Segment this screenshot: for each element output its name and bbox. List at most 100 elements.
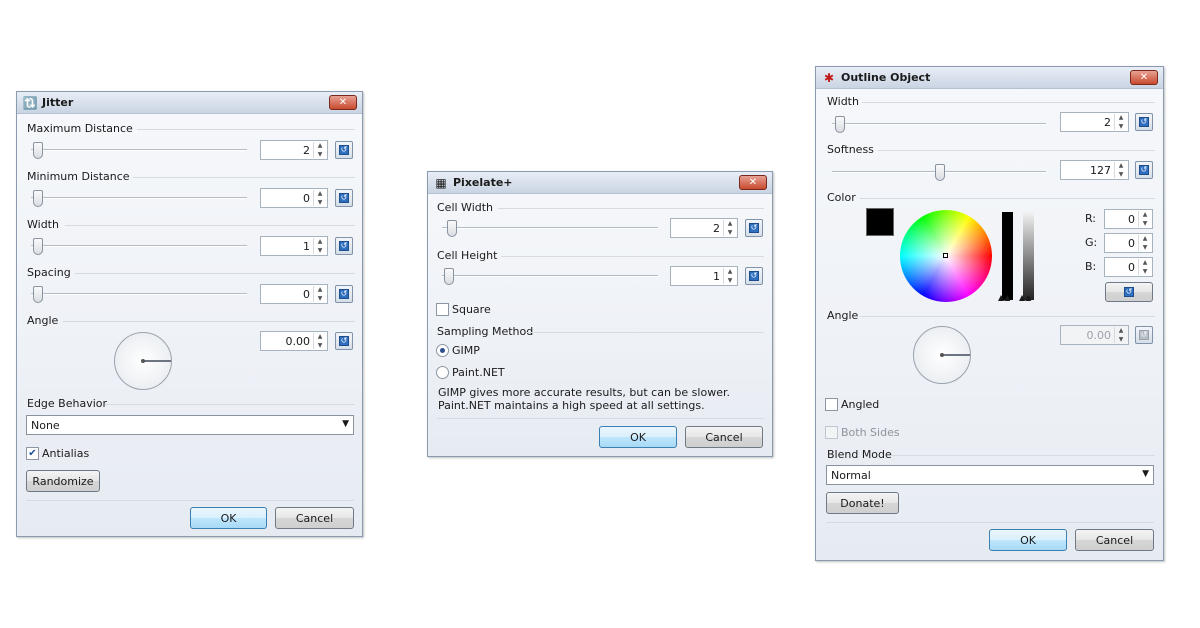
pixelate-dialog: ▦ Pixelate+ ✕ Cell Width 2 ▲ ▼ ↺ Cell Hei… xyxy=(427,171,773,457)
angle-input[interactable]: 0.00 ▲ ▼ xyxy=(260,331,328,351)
angle-reset-button[interactable]: ↺ xyxy=(335,332,353,350)
spin-arrows-icon[interactable]: ▲ ▼ xyxy=(313,190,326,206)
cancel-button[interactable]: Cancel xyxy=(1075,529,1154,551)
max-distance-slider-thumb[interactable] xyxy=(33,142,43,159)
sampling-gimp-label: GIMP xyxy=(452,344,480,357)
jitter-app-icon: 🔃 xyxy=(22,95,38,110)
spacing-label: Spacing xyxy=(27,266,71,279)
cell-width-reset-button[interactable]: ↺ xyxy=(745,219,763,237)
color-reset-button[interactable]: ↺ xyxy=(1105,282,1153,302)
close-button[interactable]: ✕ xyxy=(329,95,357,110)
value-bar-marker-icon[interactable]: ▲▲ xyxy=(998,293,1010,302)
angle-input[interactable]: 0.00 ▲ ▼ xyxy=(1060,325,1129,345)
spin-arrows-icon[interactable]: ▲ ▼ xyxy=(1114,114,1127,130)
separator xyxy=(526,332,764,333)
cancel-button[interactable]: Cancel xyxy=(275,507,354,529)
spacing-slider[interactable] xyxy=(31,293,247,295)
max-distance-label: Maximum Distance xyxy=(27,122,133,135)
alpha-bar[interactable] xyxy=(1023,212,1034,300)
both-sides-label: Both Sides xyxy=(841,426,900,439)
antialias-checkbox[interactable]: ✔ xyxy=(26,447,39,460)
width-reset-button[interactable]: ↺ xyxy=(1135,113,1153,131)
randomize-button[interactable]: Randomize xyxy=(26,470,100,492)
value-bar[interactable] xyxy=(1002,212,1013,300)
spin-arrows-icon[interactable]: ▲ ▼ xyxy=(1138,259,1151,275)
close-button[interactable]: ✕ xyxy=(739,175,767,190)
square-checkbox[interactable] xyxy=(436,303,449,316)
cell-width-input[interactable]: 2 ▲ ▼ xyxy=(670,218,738,238)
color-swatch[interactable] xyxy=(866,208,894,236)
sampling-paintnet-label: Paint.NET xyxy=(452,366,505,379)
ok-button[interactable]: OK xyxy=(989,529,1067,551)
cell-height-slider[interactable] xyxy=(442,275,658,277)
angle-dial[interactable] xyxy=(114,332,172,390)
donate-button[interactable]: Donate! xyxy=(826,492,899,514)
softness-input[interactable]: 127 ▲ ▼ xyxy=(1060,160,1129,180)
ok-button[interactable]: OK xyxy=(190,507,267,529)
min-distance-slider-thumb[interactable] xyxy=(33,190,43,207)
spin-arrows-icon[interactable]: ▲ ▼ xyxy=(313,238,326,254)
spin-arrows-icon[interactable]: ▲ ▼ xyxy=(313,142,326,158)
softness-reset-button[interactable]: ↺ xyxy=(1135,161,1153,179)
spacing-reset-button[interactable]: ↺ xyxy=(335,285,353,303)
angle-dial[interactable] xyxy=(913,326,971,384)
cell-width-slider[interactable] xyxy=(442,227,658,229)
both-sides-checkbox[interactable] xyxy=(825,426,838,439)
max-distance-reset-button[interactable]: ↺ xyxy=(335,141,353,159)
width-slider[interactable] xyxy=(832,123,1046,125)
pixelate-titlebar[interactable]: ▦ Pixelate+ xyxy=(428,172,772,194)
outline-title: Outline Object xyxy=(841,71,931,84)
blend-mode-select[interactable]: Normal ▼ xyxy=(826,465,1154,485)
alpha-bar-marker-icon[interactable]: ▲▲ xyxy=(1019,293,1031,302)
spin-arrows-icon[interactable]: ▲ ▼ xyxy=(313,333,326,349)
min-distance-input[interactable]: 0 ▲ ▼ xyxy=(260,188,328,208)
r-input[interactable]: 0 ▲ ▼ xyxy=(1104,209,1153,229)
g-input[interactable]: 0 ▲ ▼ xyxy=(1104,233,1153,253)
spin-arrows-icon[interactable]: ▲ ▼ xyxy=(1138,235,1151,251)
min-distance-slider[interactable] xyxy=(31,197,247,199)
spin-arrows-icon[interactable]: ▲ ▼ xyxy=(723,268,736,284)
cell-height-input[interactable]: 1 ▲ ▼ xyxy=(670,266,738,286)
ok-button[interactable]: OK xyxy=(599,426,677,448)
spacing-input[interactable]: 0 ▲ ▼ xyxy=(260,284,328,304)
spin-arrows-icon[interactable]: ▲ ▼ xyxy=(1114,327,1127,343)
min-distance-reset-button[interactable]: ↺ xyxy=(335,189,353,207)
sampling-gimp-radio[interactable] xyxy=(436,344,449,357)
sampling-paintnet-radio[interactable] xyxy=(436,366,449,379)
cell-height-slider-thumb[interactable] xyxy=(444,268,454,285)
cell-width-slider-thumb[interactable] xyxy=(447,220,457,237)
edge-behavior-select[interactable]: None ▼ xyxy=(26,415,354,435)
spin-arrows-icon[interactable]: ▲ ▼ xyxy=(723,220,736,236)
width-slider[interactable] xyxy=(31,245,247,247)
spin-arrows-icon[interactable]: ▲ ▼ xyxy=(313,286,326,302)
width-input[interactable]: 1 ▲ ▼ xyxy=(260,236,328,256)
softness-label: Softness xyxy=(827,143,874,156)
jitter-titlebar[interactable]: 🔃 Jitter xyxy=(17,92,362,114)
b-label: B: xyxy=(1085,260,1097,273)
outline-titlebar[interactable]: ✱ Outline Object xyxy=(816,67,1163,89)
cancel-button[interactable]: Cancel xyxy=(685,426,763,448)
angle-reset-button[interactable]: ↺ xyxy=(1135,326,1153,344)
width-input[interactable]: 2 ▲ ▼ xyxy=(1060,112,1129,132)
separator xyxy=(501,256,764,257)
width-reset-button[interactable]: ↺ xyxy=(335,237,353,255)
g-label: G: xyxy=(1085,236,1098,249)
separator xyxy=(65,225,355,226)
cell-height-reset-button[interactable]: ↺ xyxy=(745,267,763,285)
max-distance-slider[interactable] xyxy=(31,149,247,151)
b-input[interactable]: 0 ▲ ▼ xyxy=(1104,257,1153,277)
width-label: Width xyxy=(27,218,59,231)
spacing-slider-thumb[interactable] xyxy=(33,286,43,303)
color-wheel[interactable] xyxy=(900,210,992,302)
softness-slider-thumb[interactable] xyxy=(935,164,945,181)
radio-selected-icon xyxy=(440,348,445,353)
width-slider-thumb[interactable] xyxy=(33,238,43,255)
angled-checkbox[interactable] xyxy=(825,398,838,411)
spin-arrows-icon[interactable]: ▲ ▼ xyxy=(1138,211,1151,227)
jitter-title: Jitter xyxy=(42,96,74,109)
square-label: Square xyxy=(452,303,491,316)
close-button[interactable]: ✕ xyxy=(1130,70,1158,85)
max-distance-input[interactable]: 2 ▲ ▼ xyxy=(260,140,328,160)
width-slider-thumb[interactable] xyxy=(835,116,845,133)
spin-arrows-icon[interactable]: ▲ ▼ xyxy=(1114,162,1127,178)
